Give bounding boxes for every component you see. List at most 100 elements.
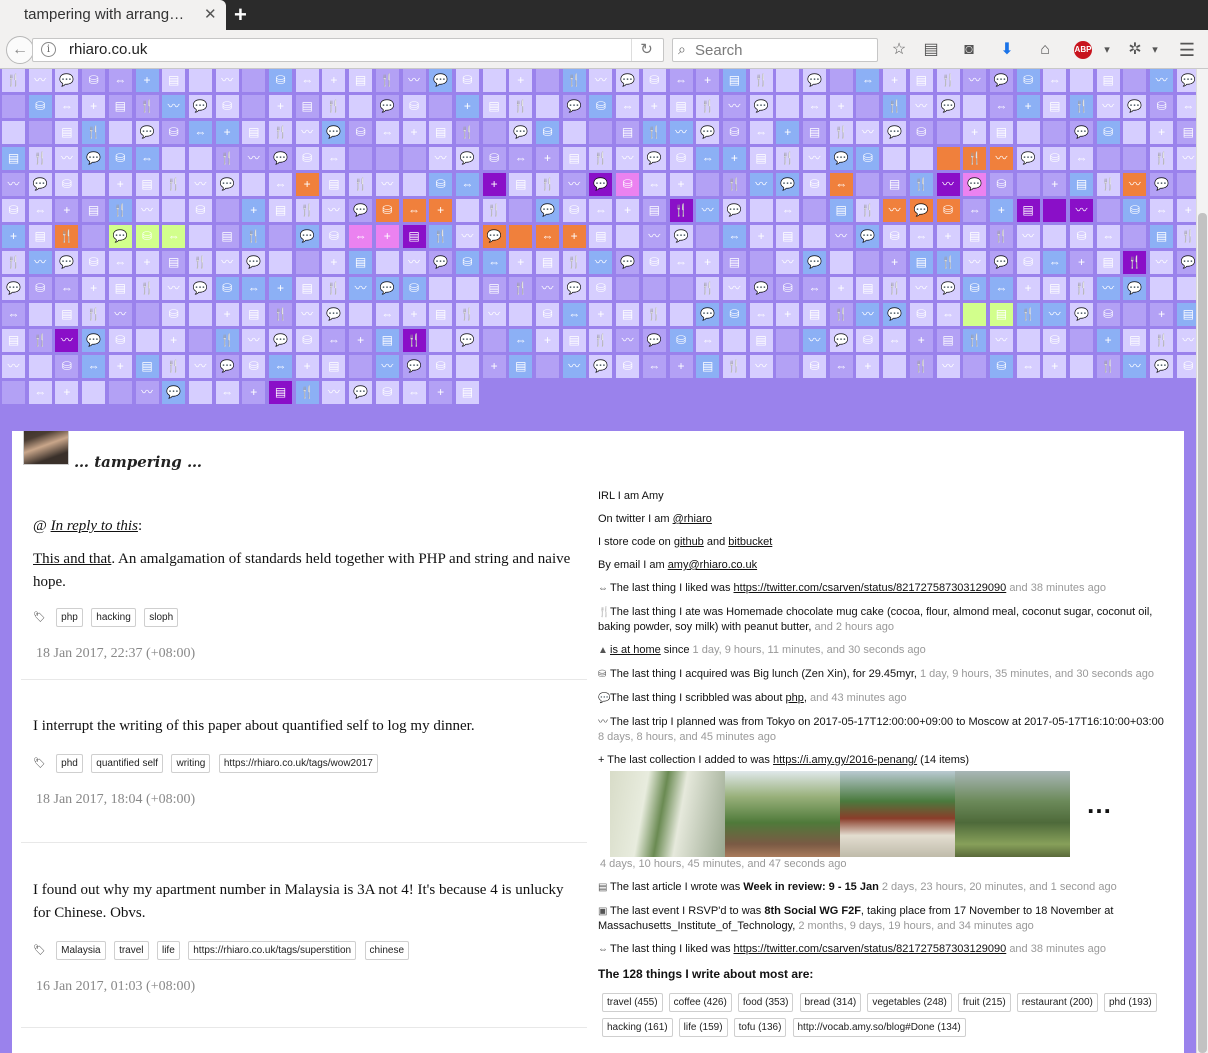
tile-trip-line-icon[interactable]: 〰 — [2, 355, 25, 378]
tile-trip-line-icon[interactable]: 〰 — [989, 329, 1013, 352]
tile-trip-line-icon[interactable]: 〰 — [803, 329, 826, 352]
activity-tile[interactable] — [135, 329, 159, 352]
tile-repost-icon[interactable]: ⇔ — [1096, 225, 1120, 248]
tile-cutlery-icon[interactable]: 🍴 — [2, 251, 25, 274]
tile-plus-icon[interactable]: + — [135, 69, 159, 92]
tile-trip-line-icon[interactable]: 〰 — [402, 69, 426, 92]
tile-trip-line-icon[interactable]: 〰 — [776, 251, 800, 274]
tile-trip-line-icon[interactable]: 〰 — [909, 277, 933, 300]
tile-repost-icon[interactable]: ⇔ — [829, 355, 853, 378]
tile-trip-line-icon[interactable]: 〰 — [1096, 277, 1120, 300]
scribbled-link[interactable]: php — [785, 692, 803, 704]
tile-article-icon[interactable]: ▤ — [429, 303, 453, 326]
tile-money-bag-icon[interactable]: ⛁ — [1096, 303, 1120, 326]
tile-trip-line-icon[interactable]: 〰 — [242, 147, 266, 170]
activity-tile[interactable] — [1150, 277, 1174, 300]
tile-plus-icon[interactable]: + — [696, 69, 720, 92]
tile-cutlery-icon[interactable]: 🍴 — [589, 147, 613, 170]
activity-tile[interactable] — [482, 69, 506, 92]
tile-plus-icon[interactable]: + — [829, 95, 853, 118]
tile-article-icon[interactable]: ▤ — [429, 121, 453, 144]
tag[interactable]: writing — [171, 754, 211, 773]
tile-speech-bubble-icon[interactable]: 💬 — [375, 95, 399, 118]
tile-repost-icon[interactable]: ⇔ — [1043, 69, 1067, 92]
tile-speech-bubble-icon[interactable]: 💬 — [455, 147, 479, 170]
tile-article-icon[interactable]: ▤ — [1096, 69, 1120, 92]
topic-tag[interactable]: hacking (161) — [602, 1018, 673, 1037]
tile-cutlery-icon[interactable]: 🍴 — [722, 355, 746, 378]
tile-trip-line-icon[interactable]: 〰 — [749, 355, 773, 378]
tile-speech-bubble-icon[interactable]: 💬 — [963, 173, 987, 196]
tile-trip-line-icon[interactable]: 〰 — [349, 277, 373, 300]
tile-plus-icon[interactable]: + — [776, 121, 800, 144]
tile-repost-icon[interactable]: ⇔ — [963, 199, 987, 222]
tile-speech-bubble-icon[interactable]: 💬 — [402, 355, 426, 378]
tile-trip-line-icon[interactable]: 〰 — [589, 69, 613, 92]
topic-tag[interactable]: travel (455) — [602, 993, 663, 1012]
tile-cutlery-icon[interactable]: 🍴 — [269, 121, 292, 144]
activity-tile[interactable] — [28, 303, 52, 326]
tile-repost-icon[interactable]: ⇔ — [28, 381, 52, 404]
tile-money-bag-icon[interactable]: ⛁ — [375, 199, 399, 222]
tile-repost-icon[interactable]: ⇔ — [215, 381, 239, 404]
tile-repost-icon[interactable]: ⇔ — [2, 303, 25, 326]
activity-tile[interactable] — [455, 355, 479, 378]
tile-repost-icon[interactable]: ⇔ — [1016, 355, 1040, 378]
tile-repost-icon[interactable]: ⇔ — [936, 303, 960, 326]
tile-plus-icon[interactable]: + — [989, 199, 1013, 222]
tile-article-icon[interactable]: ▤ — [803, 303, 826, 326]
tile-trip-line-icon[interactable]: 〰 — [936, 173, 960, 196]
tag[interactable]: https://rhiaro.co.uk/tags/superstition — [188, 941, 357, 960]
tile-cutlery-icon[interactable]: 🍴 — [562, 69, 586, 92]
tile-trip-line-icon[interactable]: 〰 — [1123, 173, 1147, 196]
activity-tile[interactable] — [28, 355, 52, 378]
more-photos-link[interactable]: … — [1086, 789, 1112, 820]
tile-speech-bubble-icon[interactable]: 💬 — [135, 121, 159, 144]
activity-tile[interactable] — [429, 95, 453, 118]
url-text[interactable]: rhiaro.co.uk — [69, 41, 147, 58]
tile-cutlery-icon[interactable]: 🍴 — [509, 277, 533, 300]
activity-tile[interactable] — [28, 121, 52, 144]
tile-money-bag-icon[interactable]: ⛁ — [349, 121, 373, 144]
tile-trip-line-icon[interactable]: 〰 — [455, 225, 479, 248]
tile-repost-icon[interactable]: ⇔ — [696, 147, 720, 170]
tile-money-bag-icon[interactable]: ⛁ — [883, 225, 907, 248]
tile-article-icon[interactable]: ▤ — [936, 329, 960, 352]
tile-plus-icon[interactable]: + — [963, 121, 987, 144]
tile-article-icon[interactable]: ▤ — [135, 173, 159, 196]
tile-plus-icon[interactable]: + — [402, 303, 426, 326]
tile-repost-icon[interactable]: ⇔ — [562, 303, 586, 326]
site-title[interactable]: … tampering … — [74, 453, 202, 471]
address-bar[interactable]: i rhiaro.co.uk ↻ — [32, 38, 664, 62]
activity-tile[interactable] — [509, 199, 533, 222]
tile-speech-bubble-icon[interactable]: 💬 — [429, 69, 453, 92]
tile-plus-icon[interactable]: + — [55, 381, 79, 404]
activity-tile[interactable] — [696, 225, 720, 248]
tile-speech-bubble-icon[interactable]: 💬 — [989, 69, 1013, 92]
activity-tile[interactable] — [776, 329, 800, 352]
tile-cutlery-icon[interactable]: 🍴 — [883, 95, 907, 118]
tile-speech-bubble-icon[interactable]: 💬 — [749, 277, 773, 300]
activity-tile[interactable] — [1043, 121, 1067, 144]
activity-tile[interactable] — [2, 121, 25, 144]
tile-trip-line-icon[interactable]: 〰 — [856, 121, 880, 144]
tile-plus-icon[interactable]: + — [536, 147, 559, 170]
tile-article-icon[interactable]: ▤ — [589, 225, 613, 248]
tile-speech-bubble-icon[interactable]: 💬 — [82, 329, 106, 352]
tile-article-icon[interactable]: ▤ — [295, 95, 319, 118]
tile-cutlery-icon[interactable]: 🍴 — [1096, 173, 1120, 196]
tile-trip-line-icon[interactable]: 〰 — [215, 251, 239, 274]
tile-cutlery-icon[interactable]: 🍴 — [349, 173, 373, 196]
activity-tile[interactable] — [108, 121, 132, 144]
activity-tile[interactable] — [82, 225, 106, 248]
activity-tile[interactable] — [402, 173, 426, 196]
activity-tile[interactable] — [269, 225, 292, 248]
tile-plus-icon[interactable]: + — [883, 251, 907, 274]
tile-money-bag-icon[interactable]: ⛁ — [108, 329, 132, 352]
tile-speech-bubble-icon[interactable]: 💬 — [883, 121, 907, 144]
tile-cutlery-icon[interactable]: 🍴 — [829, 303, 853, 326]
tile-trip-line-icon[interactable]: 〰 — [108, 303, 132, 326]
tile-speech-bubble-icon[interactable]: 💬 — [82, 147, 106, 170]
tile-article-icon[interactable]: ▤ — [616, 303, 640, 326]
activity-tile[interactable] — [188, 329, 212, 352]
